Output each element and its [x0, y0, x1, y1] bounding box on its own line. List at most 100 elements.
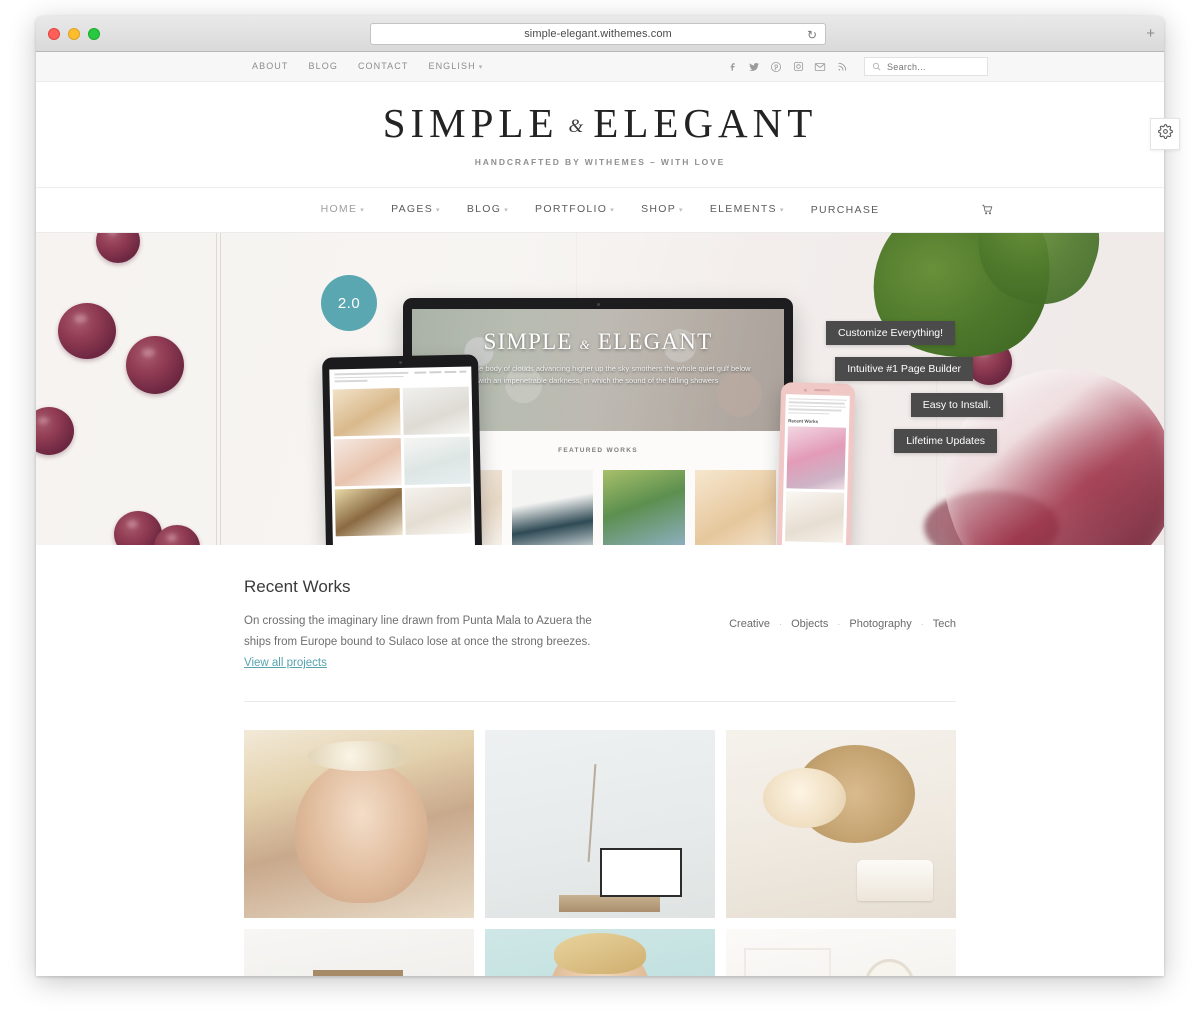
nav-label: HOME — [320, 203, 358, 215]
topnav-label: CONTACT — [357, 61, 409, 71]
phone-portfolio-image — [785, 491, 845, 543]
tablet-camera-icon — [398, 360, 402, 365]
nav-label: SHOP — [641, 203, 677, 215]
logo-text-elegant: ELEGANT — [593, 99, 818, 146]
portfolio-tile-branches-vase-print[interactable] — [485, 730, 715, 918]
maximize-window-button[interactable] — [88, 28, 100, 40]
section-divider — [244, 701, 956, 702]
filter-objects[interactable]: Objects — [791, 618, 828, 630]
chevron-down-icon: ▾ — [779, 207, 785, 214]
portfolio-tile-roses-rotary-phone[interactable] — [726, 730, 956, 918]
chevron-down-icon: ▾ — [679, 207, 684, 214]
portfolio-filters: Creative · Objects · Photography · Tech — [729, 618, 956, 630]
portfolio-tile-blonde-woman-flower-crown[interactable] — [244, 730, 474, 918]
traffic-lights — [48, 28, 100, 40]
site-topbar: ABOUT BLOG CONTACT ENGLISH ▾ — [36, 52, 1164, 82]
nav-label: BLOG — [466, 203, 502, 215]
laptop-hero-subtitle: At night the body of clouds advancing hi… — [445, 364, 751, 385]
close-window-button[interactable] — [48, 28, 60, 40]
feature-badge-easy-install: Easy to Install. — [910, 393, 1004, 417]
topnav-item-blog[interactable]: BLOG — [309, 60, 338, 74]
portfolio-tile-blonde-woman-mint[interactable] — [485, 929, 715, 976]
feature-badge-lifetime-updates: Lifetime Updates — [894, 429, 998, 453]
nav-label: PURCHASE — [810, 204, 880, 216]
chevron-down-icon: ▾ — [436, 207, 441, 214]
section-description-text: On crossing the imaginary line drawn fro… — [244, 615, 592, 648]
settings-tab-button[interactable] — [1150, 118, 1180, 150]
rss-icon[interactable] — [836, 61, 848, 73]
topnav-label: ABOUT — [252, 61, 289, 71]
search-icon — [872, 62, 881, 71]
laptop-thumbnail — [511, 470, 593, 545]
tablet-screen — [329, 366, 475, 545]
facebook-icon[interactable] — [726, 61, 738, 73]
site-header: SIMPLE & ELEGANT HANDCRAFTED BY WITHEMES… — [36, 82, 1164, 188]
laptop-title-elegant: ELEGANT — [597, 329, 713, 354]
portfolio-tile-babys-breath-frame[interactable] — [244, 929, 474, 976]
pinterest-icon[interactable] — [770, 61, 782, 73]
grape-decoration — [126, 336, 184, 394]
nav-item-pages[interactable]: PAGES ▾ — [391, 202, 441, 218]
minimize-window-button[interactable] — [68, 28, 80, 40]
filter-photography[interactable]: Photography — [849, 618, 911, 630]
nav-label: PAGES — [391, 203, 433, 215]
portfolio-grid — [244, 730, 956, 976]
browser-window: simple-elegant.withemes.com ↻ + ABOUT BL… — [36, 16, 1164, 976]
email-icon[interactable] — [814, 61, 826, 73]
laptop-hero-title: SIMPLE & ELEGANT — [412, 329, 784, 355]
nav-item-shop[interactable]: SHOP ▾ — [641, 202, 684, 218]
portfolio-tile-white-interior[interactable] — [726, 929, 956, 976]
instagram-icon[interactable] — [792, 61, 804, 73]
laptop-title-simple: SIMPLE — [483, 329, 573, 354]
topnav-label: BLOG — [308, 61, 338, 71]
filter-separator: · — [837, 619, 841, 629]
filter-separator: · — [779, 619, 783, 629]
view-all-projects-link[interactable]: View all projects — [244, 657, 327, 669]
grape-decoration — [58, 303, 116, 359]
nav-item-elements[interactable]: ELEMENTS ▾ — [710, 202, 785, 218]
nav-item-home[interactable]: HOME ▾ — [321, 202, 366, 218]
search-box[interactable] — [864, 57, 988, 76]
secondary-nav: ABOUT BLOG CONTACT ENGLISH ▾ — [252, 60, 483, 74]
tablet-grid-cell — [404, 486, 472, 535]
nav-item-portfolio[interactable]: PORTFOLIO ▾ — [535, 202, 615, 218]
reload-icon[interactable]: ↻ — [807, 28, 817, 42]
site-logo[interactable]: SIMPLE & ELEGANT — [382, 99, 818, 146]
phone-camera-icon — [803, 388, 808, 392]
filter-creative[interactable]: Creative — [729, 618, 770, 630]
chevron-down-icon: ▾ — [360, 207, 366, 214]
cart-icon[interactable] — [981, 203, 994, 221]
browser-titlebar: simple-elegant.withemes.com ↻ + — [36, 16, 1164, 52]
nav-label: ELEMENTS — [709, 203, 777, 215]
chevron-down-icon: ▾ — [478, 64, 484, 71]
chevron-down-icon: ▾ — [610, 207, 616, 214]
filter-tech[interactable]: Tech — [933, 618, 956, 630]
section-description: On crossing the imaginary line drawn fro… — [244, 611, 594, 674]
gear-icon — [1157, 124, 1173, 144]
main-navigation: HOME ▾ PAGES ▾ BLOG ▾ PORTFOLIO ▾ SHOP ▾ ELEM… — [36, 188, 1164, 233]
url-text: simple-elegant.withemes.com — [524, 28, 672, 40]
topnav-item-contact[interactable]: CONTACT — [358, 60, 409, 74]
tablet-grid-cell — [403, 436, 471, 485]
laptop-thumbnail — [694, 470, 776, 545]
feature-badges: Customize Everything! Intuitive #1 Page … — [826, 321, 1004, 453]
chevron-down-icon: ▾ — [504, 207, 510, 214]
topnav-item-english[interactable]: ENGLISH ▾ — [428, 60, 483, 74]
nav-item-purchase[interactable]: PURCHASE — [811, 203, 880, 217]
site-tagline: HANDCRAFTED BY WITHEMES – WITH LOVE — [474, 156, 726, 167]
filter-separator: · — [920, 619, 924, 629]
feature-badge-page-builder: Intuitive #1 Page Builder — [835, 357, 974, 381]
new-tab-button[interactable]: + — [1146, 26, 1155, 41]
nav-label: PORTFOLIO — [535, 203, 608, 215]
twitter-icon[interactable] — [748, 61, 760, 73]
tablet-grid-cell — [333, 438, 402, 487]
laptop-camera-icon — [596, 303, 600, 306]
search-input[interactable] — [887, 61, 980, 72]
url-bar[interactable]: simple-elegant.withemes.com ↻ — [370, 23, 826, 45]
topbar-right — [726, 57, 988, 76]
tablet-mockup — [322, 354, 482, 545]
logo-text-simple: SIMPLE — [382, 99, 559, 146]
topnav-item-about[interactable]: ABOUT — [252, 60, 289, 74]
logo-ampersand: & — [568, 115, 584, 137]
nav-item-blog[interactable]: BLOG ▾ — [467, 202, 509, 218]
